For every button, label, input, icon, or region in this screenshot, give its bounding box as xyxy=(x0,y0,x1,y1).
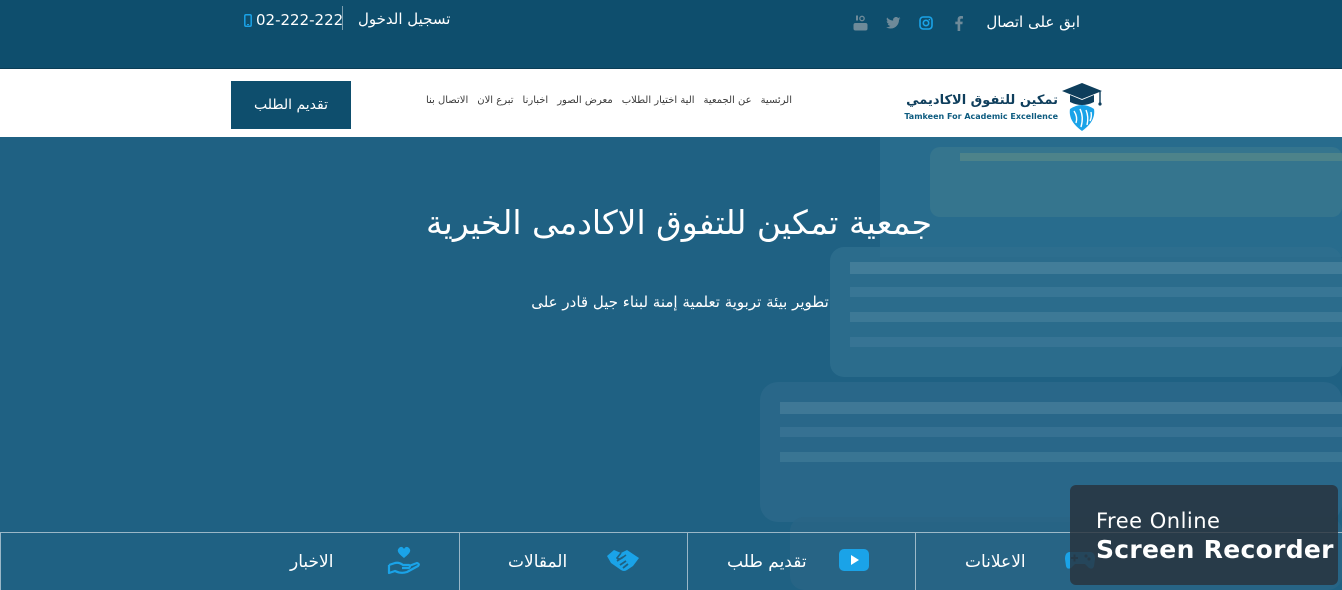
feature-divider xyxy=(0,533,1,590)
hero-title: جمعية تمكين للتفوق الاكادمى الخيرية xyxy=(425,203,933,242)
apply-button[interactable]: تقديم الطلب xyxy=(231,81,351,129)
youtube-icon[interactable] xyxy=(852,14,868,32)
feature-label-articles: المقالات xyxy=(508,552,568,572)
instagram-icon[interactable] xyxy=(918,14,934,32)
feature-apply[interactable]: تقديم طلب xyxy=(727,533,869,590)
menu-item-selection[interactable]: الية اختيار الطلاب xyxy=(622,95,695,106)
graduation-cap-icon xyxy=(1062,83,1102,131)
handshake-icon xyxy=(605,546,641,579)
menu-item-news[interactable]: اخبارنا xyxy=(523,95,549,106)
main-menu: الرئسية عن الجمعية الية اختيار الطلاب مع… xyxy=(396,95,792,106)
feature-divider xyxy=(687,533,688,590)
top-divider xyxy=(342,6,343,30)
twitter-icon[interactable] xyxy=(885,14,901,32)
main-navbar: تقديم الطلب الرئسية عن الجمعية الية اختي… xyxy=(0,69,1342,137)
menu-item-donate[interactable]: تبرع الان xyxy=(477,95,513,106)
feature-divider xyxy=(459,533,460,590)
login-link[interactable]: تسجيل الدخول xyxy=(358,10,450,28)
logo-title-ar: تمكين للتفوق الاكاديمي xyxy=(906,93,1058,108)
phone-contact[interactable]: 02-222-222 xyxy=(244,10,343,30)
screen-recorder-watermark: Free Online Screen Recorder xyxy=(1070,485,1338,585)
feature-articles[interactable]: المقالات xyxy=(508,533,641,590)
menu-item-gallery[interactable]: معرض الصور xyxy=(557,95,612,106)
feature-label-apply: تقديم طلب xyxy=(727,552,807,572)
menu-item-about[interactable]: عن الجمعية xyxy=(704,95,752,106)
video-icon xyxy=(838,548,869,576)
hero-subtitle: تطوير بيئة تربوية تعلمية إمنة لبناء جيل … xyxy=(531,293,829,311)
facebook-icon[interactable] xyxy=(951,14,967,32)
top-bar: 02-222-222 تسجيل الدخول ابق على اتصال xyxy=(0,0,1342,69)
feature-divider xyxy=(915,533,916,590)
watermark-line1: Free Online xyxy=(1096,509,1221,533)
menu-item-contact[interactable]: الاتصال بنا xyxy=(426,95,468,106)
logo-title-en: Tamkeen For Academic Excellence xyxy=(904,112,1058,121)
watermark-line2: Screen Recorder xyxy=(1096,535,1334,564)
feature-label-announcements: الاعلانات xyxy=(965,552,1026,572)
stay-in-touch-label: ابق على اتصال xyxy=(986,13,1080,31)
site-logo[interactable]: تمكين للتفوق الاكاديمي Tamkeen For Acade… xyxy=(904,79,1106,131)
social-links xyxy=(852,14,967,32)
feature-label-news: الاخبار xyxy=(290,552,334,572)
hand-heart-icon xyxy=(387,545,421,580)
phone-number: 02-222-222 xyxy=(256,11,344,29)
mobile-phone-icon xyxy=(244,13,252,27)
feature-news[interactable]: الاخبار xyxy=(290,533,421,590)
menu-item-home[interactable]: الرئسية xyxy=(761,95,792,106)
